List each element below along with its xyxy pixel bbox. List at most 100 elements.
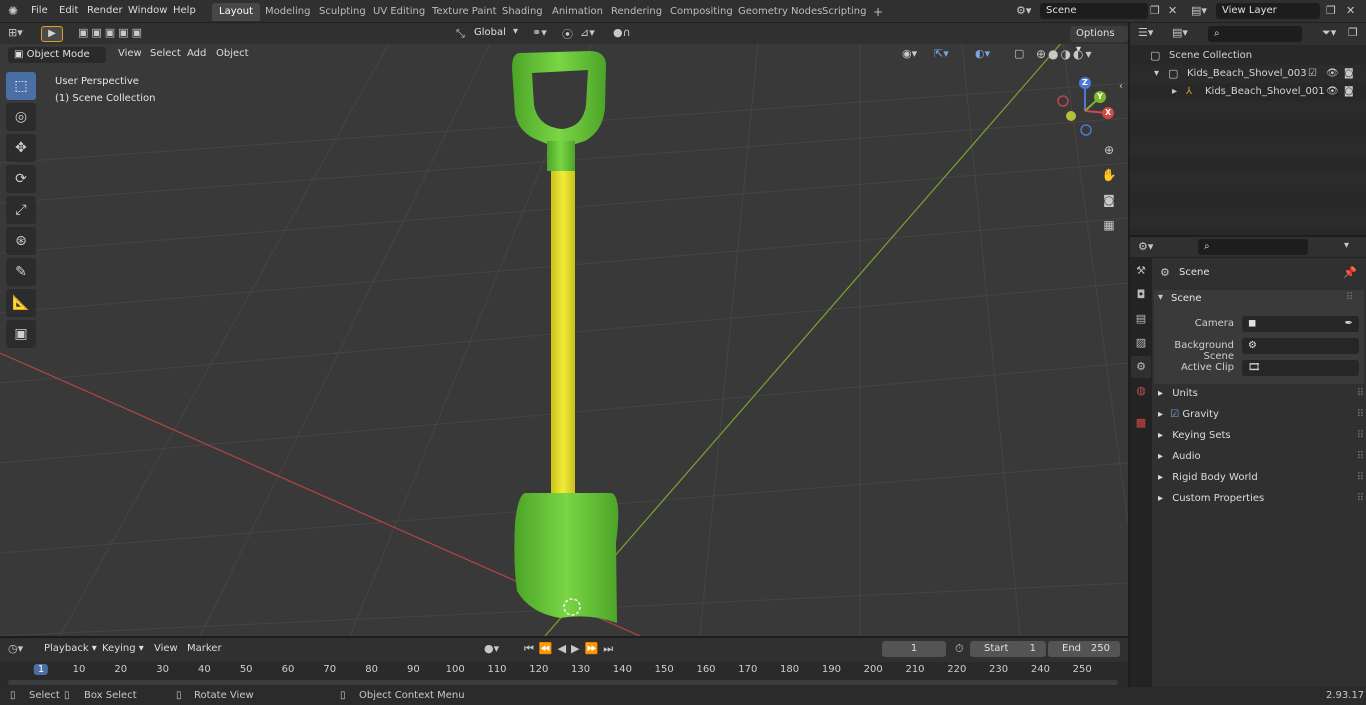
move-icon[interactable]: ✥ [6, 134, 36, 162]
close-icon[interactable]: ✕ [1168, 4, 1177, 17]
texture-tab-icon[interactable]: ▩ [1131, 412, 1151, 434]
panel-gravity[interactable]: ▸ ☑ Gravity ⠿ [1158, 405, 1364, 425]
snap-settings-icon[interactable]: ⊿▾ [580, 26, 595, 39]
tab-sculpting[interactable]: Sculpting [312, 3, 373, 21]
outliner-editor-icon[interactable]: ☰▾ [1138, 26, 1153, 39]
transform-icon[interactable]: ⊛ [6, 227, 36, 255]
3d-viewport[interactable]: Z Y X User Perspective (1) Scene Collect… [0, 23, 1128, 636]
menu-edit[interactable]: Edit [56, 0, 81, 23]
output-tab-icon[interactable]: ▤ [1131, 308, 1151, 330]
tab-shading[interactable]: Shading [495, 3, 550, 21]
menu-help[interactable]: Help [170, 0, 199, 23]
select-box-icon[interactable]: ⬚ [6, 72, 36, 100]
drag-handle-icon[interactable]: ⠿ [1357, 384, 1364, 404]
chevron-down-icon[interactable]: ▾ [1154, 65, 1159, 83]
menu-object[interactable]: Object [212, 48, 253, 59]
current-frame-field[interactable]: 1 [882, 641, 946, 657]
tab-layout[interactable]: Layout [212, 3, 260, 21]
drag-handle-icon[interactable]: ⠿ [1346, 292, 1353, 303]
eyedropper-icon[interactable]: ✒ [1345, 316, 1353, 332]
cursor-icon[interactable]: ◎ [6, 103, 36, 131]
view-layer-field[interactable]: View Layer [1216, 3, 1320, 19]
transform-orientation-select[interactable]: Global [474, 27, 506, 38]
camera-icon[interactable]: ◙ [1344, 83, 1354, 101]
filter-icon[interactable]: ⏷▾ [1322, 26, 1336, 40]
start-frame-field[interactable]: Start 1 [970, 641, 1046, 657]
gizmo-y-label[interactable]: Y [1097, 92, 1103, 101]
menu-file[interactable]: File [28, 0, 51, 23]
menu-view[interactable]: View [114, 48, 146, 59]
background-scene-field[interactable]: ⚙ [1242, 338, 1359, 354]
panel-units[interactable]: ▸ Units ⠿ [1158, 384, 1364, 404]
pin-icon[interactable]: 📌 [1343, 266, 1357, 279]
tab-scripting[interactable]: Scripting [815, 3, 873, 21]
outliner-search-input[interactable]: ⌕ [1208, 26, 1302, 42]
blender-logo-icon[interactable]: ✺ [8, 4, 18, 18]
menu-timeline-view[interactable]: View [150, 643, 182, 654]
active-clip-field[interactable]: 🎞 [1242, 360, 1359, 376]
panel-audio[interactable]: ▸ Audio ⠿ [1158, 447, 1364, 467]
timeline-scrollbar[interactable] [8, 680, 1118, 685]
drag-handle-icon[interactable]: ⠿ [1357, 468, 1364, 488]
visibility-icon[interactable]: ◉▾ [902, 47, 917, 60]
view-layer-icon[interactable]: ▤▾ [1191, 4, 1207, 17]
end-frame-field[interactable]: End 250 [1048, 641, 1120, 657]
chevron-down-icon[interactable]: ▾ [513, 26, 518, 37]
render-tab-icon[interactable]: ◘ [1131, 284, 1151, 306]
scene-tab-icon[interactable]: ⚙ [1131, 356, 1151, 378]
rotate-icon[interactable]: ⟳ [6, 165, 36, 193]
drag-handle-icon[interactable]: ⠿ [1357, 447, 1364, 467]
menu-add[interactable]: Add [183, 48, 210, 59]
outliner-row-collection[interactable]: ▾ ▢ Kids_Beach_Shovel_003 ☑ 👁 ◙ [1130, 65, 1366, 83]
panel-rigid-body-world[interactable]: ▸ Rigid Body World ⠿ [1158, 468, 1364, 488]
outliner-row-root[interactable]: ▢ Scene Collection [1130, 47, 1366, 65]
camera-icon[interactable]: ◙ [1344, 65, 1354, 83]
playback-controls-icons[interactable]: ⏮⏪◀▶⏩⏭ [524, 642, 618, 656]
gizmo-toggle-icon[interactable]: ⇱▾ [934, 47, 949, 60]
select-tool-icon[interactable]: ▶ [41, 26, 63, 42]
scale-icon[interactable]: ⤢ [6, 196, 36, 224]
pan-hand-icon[interactable]: ✋ [1099, 168, 1119, 182]
measure-icon[interactable]: 📐 [6, 289, 36, 317]
chevron-left-icon[interactable]: ‹ [1116, 81, 1126, 92]
selection-mode-icons[interactable]: ▣▣▣▣▣ [78, 26, 145, 39]
duplicate-layer-icon[interactable]: ❐ [1326, 4, 1336, 17]
drag-handle-icon[interactable]: ⠿ [1357, 489, 1364, 509]
mode-select[interactable]: ▣ Object Mode [8, 47, 106, 63]
zoom-icon[interactable]: ⊕ [1099, 143, 1119, 157]
camera-field[interactable]: ◼ ✒ [1242, 316, 1359, 332]
annotate-icon[interactable]: ✎ [6, 258, 36, 286]
orientation-icon[interactable]: ⤡ [456, 27, 465, 41]
menu-window[interactable]: Window [125, 0, 170, 23]
scene-icon[interactable]: ⚙▾ [1016, 4, 1031, 17]
tool-tab-icon[interactable]: ⚒ [1131, 260, 1151, 282]
overlay-icon[interactable]: ◐▾ [975, 47, 990, 60]
panel-keying-sets[interactable]: ▸ Keying Sets ⠿ [1158, 426, 1364, 446]
timeline-editor-icon[interactable]: ◷▾ [8, 642, 23, 655]
checkbox-icon[interactable]: ☑ [1308, 65, 1317, 83]
tab-texture-paint[interactable]: Texture Paint [425, 3, 504, 21]
world-tab-icon[interactable]: ◍ [1131, 380, 1151, 402]
stopwatch-icon[interactable]: ⏱ [955, 642, 964, 656]
gizmo-x-label[interactable]: X [1105, 108, 1111, 117]
new-collection-icon[interactable]: ❐ [1348, 26, 1358, 39]
frame-ruler[interactable]: 1 10 20 30 40 50 60 70 80 90 100 110 120 130 140 150 160… [0, 662, 1128, 687]
camera-view-icon[interactable]: ◙ [1099, 193, 1119, 207]
tab-uv-editing[interactable]: UV Editing [366, 3, 432, 21]
drag-handle-icon[interactable]: ⠿ [1357, 405, 1364, 425]
proportional-edit-icon[interactable]: ●∩ [613, 26, 631, 39]
tab-compositing[interactable]: Compositing [663, 3, 740, 21]
drag-handle-icon[interactable]: ⠿ [1357, 426, 1364, 446]
add-cube-icon[interactable]: ▣ [6, 320, 36, 348]
menu-render[interactable]: Render [84, 0, 126, 23]
record-icon[interactable]: ●▾ [484, 642, 499, 655]
menu-select[interactable]: Select [146, 48, 185, 59]
xray-icon[interactable]: ▢ [1014, 47, 1024, 60]
pivot-icon[interactable]: ⚭▾ [532, 26, 547, 39]
outliner-row-object[interactable]: ▸ ⅄ Kids_Beach_Shovel_001 👁 ◙ [1130, 83, 1366, 101]
tab-rendering[interactable]: Rendering [604, 3, 669, 21]
panel-custom-properties[interactable]: ▸ Custom Properties ⠿ [1158, 489, 1364, 509]
menu-marker[interactable]: Marker [183, 643, 226, 654]
gravity-checkbox[interactable]: ☑ [1170, 409, 1179, 420]
properties-search-input[interactable]: ⌕ [1198, 239, 1308, 255]
